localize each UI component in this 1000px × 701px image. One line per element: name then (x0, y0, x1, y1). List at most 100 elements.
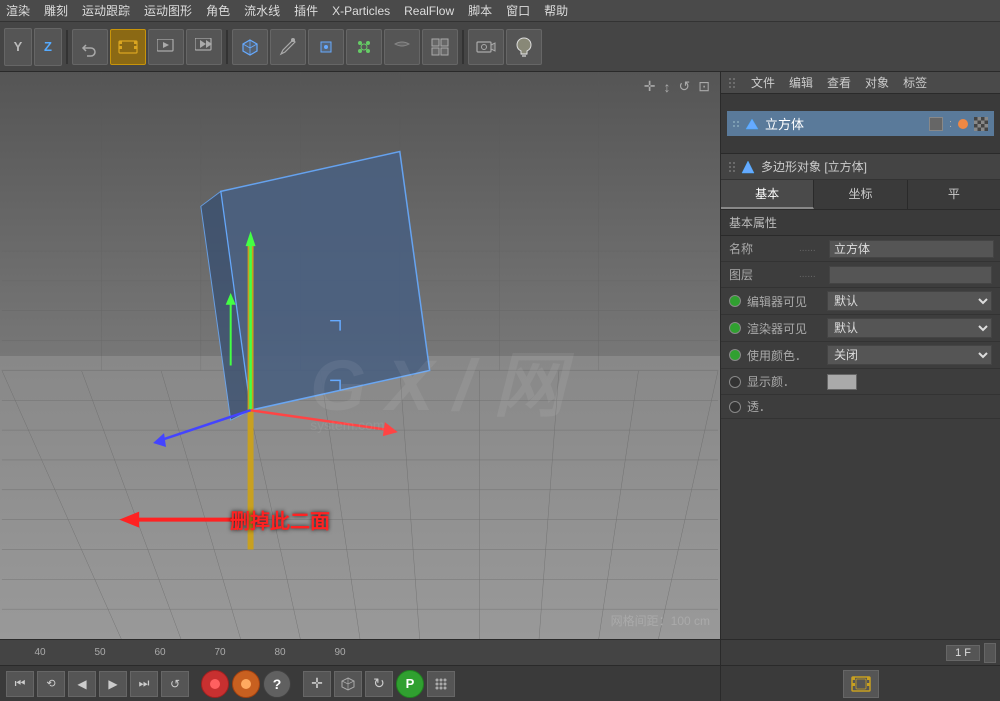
attr-radio-transparent[interactable] (729, 401, 741, 413)
tab-coord[interactable]: 坐标 (814, 180, 907, 209)
object-checker (974, 117, 988, 131)
btn-rotate-tool[interactable]: ↻ (365, 671, 393, 697)
keyframe-icon (195, 38, 213, 56)
btn-move-tool[interactable]: ✛ (303, 671, 331, 697)
btn-playback-settings[interactable] (148, 29, 184, 65)
attr-row-transparent: 透． (721, 395, 1000, 419)
btn-deformer[interactable] (384, 29, 420, 65)
object-name[interactable]: 立方体 (765, 114, 923, 133)
right-menu-view[interactable]: 查看 (827, 74, 851, 91)
playback-right (720, 665, 1000, 701)
menu-xparticles[interactable]: X-Particles (332, 4, 390, 18)
tab-basic[interactable]: 基本 (721, 180, 814, 209)
btn-loop[interactable]: ↺ (161, 671, 189, 697)
btn-box-tool[interactable] (334, 671, 362, 697)
menu-character[interactable]: 角色 (206, 2, 230, 19)
btn-keyframe[interactable] (186, 29, 222, 65)
attr-tabs: 基本 坐标 平 (721, 180, 1000, 210)
btn-particle-system[interactable] (346, 29, 382, 65)
viewport-ctrl-rotate[interactable]: ↺ (679, 78, 691, 95)
btn-prev-frame[interactable]: ⟲ (37, 671, 65, 697)
btn-select-object[interactable] (232, 29, 268, 65)
menu-script[interactable]: 脚本 (468, 2, 492, 19)
viewport[interactable]: G X / 网 system.com 删掉此二面 ✛ ↕ ↺ ⊡ 网格间距：10… (0, 72, 720, 639)
menu-motion-graph[interactable]: 运动图形 (144, 2, 192, 19)
film-icon (118, 39, 138, 55)
tab-flat[interactable]: 平 (908, 180, 1000, 209)
attr-select-editor-vis[interactable]: 默认 (827, 291, 992, 311)
menu-motion-track[interactable]: 运动跟踪 (82, 2, 130, 19)
top-menu-bar: 渲染 雕刻 运动跟踪 运动图形 角色 流水线 插件 X-Particles Re… (0, 0, 1000, 22)
menu-realflow[interactable]: RealFlow (404, 4, 454, 18)
attr-row-layer: 图层 ...... (721, 262, 1000, 288)
tick-50: 50 (70, 647, 130, 658)
menu-sculpt[interactable]: 雕刻 (44, 2, 68, 19)
attr-label-editor-vis: 编辑器可见 (747, 293, 827, 310)
right-menu-file[interactable]: 文件 (751, 74, 775, 91)
attr-radio-display-color[interactable] (729, 376, 741, 388)
btn-p-circle[interactable]: P (396, 670, 424, 698)
attr-radio-render-vis[interactable] (729, 322, 741, 334)
btn-grid-dots[interactable] (427, 671, 455, 697)
toolbar-sep-3 (462, 30, 464, 64)
current-frame-box[interactable]: 1 F (946, 645, 980, 661)
btn-skip-start[interactable]: ⏮ (6, 671, 34, 697)
btn-record-orange[interactable] (232, 670, 260, 698)
menu-help[interactable]: 帮助 (544, 2, 568, 19)
btn-skip-end[interactable]: ⏭ (130, 671, 158, 697)
btn-undo[interactable] (72, 29, 108, 65)
attr-radio-use-color[interactable] (729, 349, 741, 361)
attr-row-name: 名称 ...... (721, 236, 1000, 262)
main-toolbar: Y Z (0, 22, 1000, 72)
btn-y[interactable]: Y (4, 28, 32, 66)
btn-light[interactable] (506, 29, 542, 65)
btn-z[interactable]: Z (34, 28, 62, 66)
object-item[interactable]: 立方体 : (727, 111, 994, 136)
svg-text:G X / 网: G X / 网 (310, 346, 574, 426)
attr-label-display-color: 显示颜． (747, 373, 827, 390)
btn-camera[interactable] (468, 29, 504, 65)
btn-record-active[interactable] (110, 29, 146, 65)
cube-icon (241, 38, 259, 56)
timeline-row: 40 50 60 70 80 90 1 F (0, 639, 1000, 665)
btn-grid[interactable] (422, 29, 458, 65)
attr-label-transparent: 透． (747, 398, 827, 415)
attr-value-layer[interactable] (829, 266, 992, 284)
undo-icon (80, 37, 100, 57)
toolbar-sep-2 (226, 30, 228, 64)
menu-window[interactable]: 窗口 (506, 2, 530, 19)
attr-select-use-color[interactable]: 关闭 (827, 345, 992, 365)
timeline-scroll-btn[interactable] (984, 643, 996, 663)
btn-film[interactable] (843, 670, 879, 698)
viewport-ctrl-move[interactable]: ✛ (644, 78, 656, 95)
attr-header-grip (729, 162, 735, 172)
right-menu-edit[interactable]: 编辑 (789, 74, 813, 91)
btn-help-circle[interactable]: ? (263, 670, 291, 698)
btn-move[interactable] (308, 29, 344, 65)
menu-pipeline[interactable]: 流水线 (244, 2, 280, 19)
move-icon (317, 38, 335, 56)
attr-select-render-vis[interactable]: 默认 (827, 318, 992, 338)
attr-input-name[interactable] (829, 240, 994, 258)
viewport-ctrl-fit[interactable]: ⊡ (698, 78, 710, 95)
btn-pen-tool[interactable] (270, 29, 306, 65)
attr-row-display-color: 显示颜． (721, 369, 1000, 395)
attr-dots-name: ...... (799, 243, 829, 254)
object-mode-square[interactable] (929, 117, 943, 131)
film-icon-bottom (851, 675, 871, 693)
viewport-ctrl-zoom[interactable]: ↕ (664, 79, 671, 95)
right-menu-object[interactable]: 对象 (865, 74, 889, 91)
playback-controls: ⏮ ⟲ ◀ ▶ ⏭ ↺ ? ✛ ↻ P (0, 665, 720, 701)
svg-text:system.com: system.com (310, 417, 384, 433)
menu-plugin[interactable]: 插件 (294, 2, 318, 19)
attr-radio-editor-vis[interactable] (729, 295, 741, 307)
btn-play-fwd[interactable]: ▶ (99, 671, 127, 697)
btn-play-back[interactable]: ◀ (68, 671, 96, 697)
object-colon: : (949, 118, 952, 130)
menu-render[interactable]: 渲染 (6, 2, 30, 19)
right-menu-tag[interactable]: 标签 (903, 74, 927, 91)
attr-type-icon (741, 160, 755, 174)
btn-record-red[interactable] (201, 670, 229, 698)
attr-color-swatch[interactable] (827, 374, 857, 390)
timeline-content[interactable]: 40 50 60 70 80 90 (0, 640, 720, 665)
